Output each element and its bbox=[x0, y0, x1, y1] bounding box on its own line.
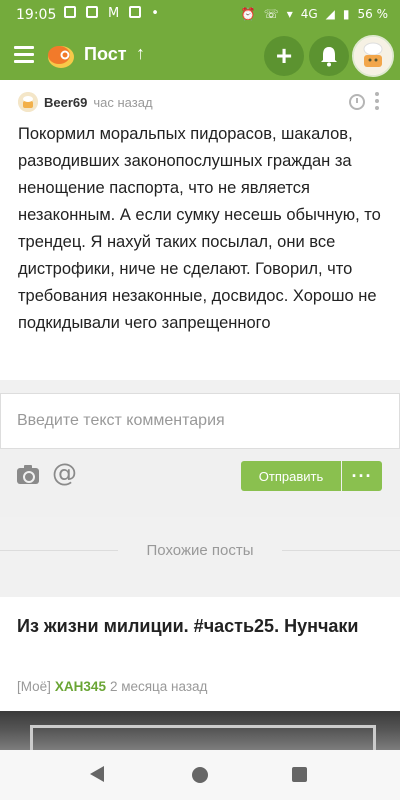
similar-post-card[interactable]: Из жизни милиции. #часть25. Нунчаки [Моё… bbox=[0, 597, 400, 757]
comment-form: @ Отправить ··· bbox=[0, 393, 400, 517]
news-notification-icon bbox=[86, 6, 98, 18]
post-text: Покормил моральпых пидорасов, шакалов, р… bbox=[18, 125, 381, 332]
volte-icon: ☏ bbox=[263, 7, 279, 21]
battery-level: 56 % bbox=[357, 7, 389, 21]
pikabu-logo-icon[interactable] bbox=[46, 41, 76, 71]
home-icon[interactable] bbox=[192, 767, 208, 783]
app-bar: Пост ↑ + bbox=[0, 32, 400, 80]
plus-icon: + bbox=[275, 40, 293, 71]
gallery-notification-icon bbox=[64, 6, 76, 18]
author-avatar[interactable] bbox=[18, 92, 38, 112]
signal-icon: ◢ bbox=[325, 7, 335, 21]
status-time: 19:05 bbox=[16, 7, 57, 23]
similar-post-author[interactable]: ХАН345 bbox=[55, 679, 106, 694]
alarm-icon: ⏰ bbox=[240, 7, 256, 21]
wifi-icon: ▾ bbox=[286, 7, 293, 21]
more-options-icon[interactable] bbox=[375, 92, 379, 110]
comment-input[interactable] bbox=[0, 393, 400, 449]
camera-icon[interactable] bbox=[17, 465, 39, 484]
back-icon[interactable] bbox=[90, 766, 104, 782]
network-type: 4G bbox=[300, 7, 318, 21]
more-notifications-dot-icon: • bbox=[151, 6, 159, 21]
battery-icon: ▮ bbox=[342, 7, 350, 21]
divider-line-right bbox=[282, 550, 400, 551]
post-card: Beer69 час назад Покормил моральпых пидо… bbox=[0, 80, 400, 380]
mention-at-icon[interactable]: @ bbox=[52, 459, 77, 487]
bell-icon bbox=[321, 47, 337, 67]
similar-post-meta: [Моё] ХАН345 2 месяца назад bbox=[17, 679, 207, 694]
recent-apps-icon[interactable] bbox=[292, 767, 307, 782]
add-post-button[interactable]: + bbox=[264, 36, 304, 76]
scroll-up-arrow-icon[interactable]: ↑ bbox=[136, 43, 145, 64]
post-author[interactable]: Beer69 bbox=[44, 95, 87, 110]
similar-post-time: 2 месяца назад bbox=[109, 679, 208, 694]
calendar-notification-icon bbox=[129, 6, 142, 18]
similar-post-tag: [Моё] bbox=[17, 679, 51, 694]
gmail-notification-icon: M bbox=[108, 6, 120, 21]
send-comment-button[interactable]: Отправить bbox=[241, 461, 341, 491]
post-author-row: Beer69 час назад bbox=[18, 92, 153, 112]
avatar-icon bbox=[354, 37, 392, 75]
notifications-button[interactable] bbox=[309, 36, 349, 76]
similar-post-title[interactable]: Из жизни милиции. #часть25. Нунчаки bbox=[17, 611, 383, 641]
post-time: час назад bbox=[93, 94, 153, 110]
similar-posts-divider: Похожие посты bbox=[0, 540, 400, 562]
profile-avatar[interactable] bbox=[352, 35, 394, 77]
status-bar: 19:05 M • ⏰ ☏ ▾ 4G ◢ ▮ 56 % bbox=[0, 0, 400, 32]
menu-icon[interactable] bbox=[14, 46, 34, 64]
system-nav-bar bbox=[0, 750, 400, 800]
author-avatar-icon bbox=[18, 92, 38, 112]
save-for-later-clock-icon[interactable] bbox=[349, 94, 365, 110]
page-title: Пост bbox=[84, 44, 127, 64]
send-options-button[interactable]: ··· bbox=[342, 461, 382, 491]
